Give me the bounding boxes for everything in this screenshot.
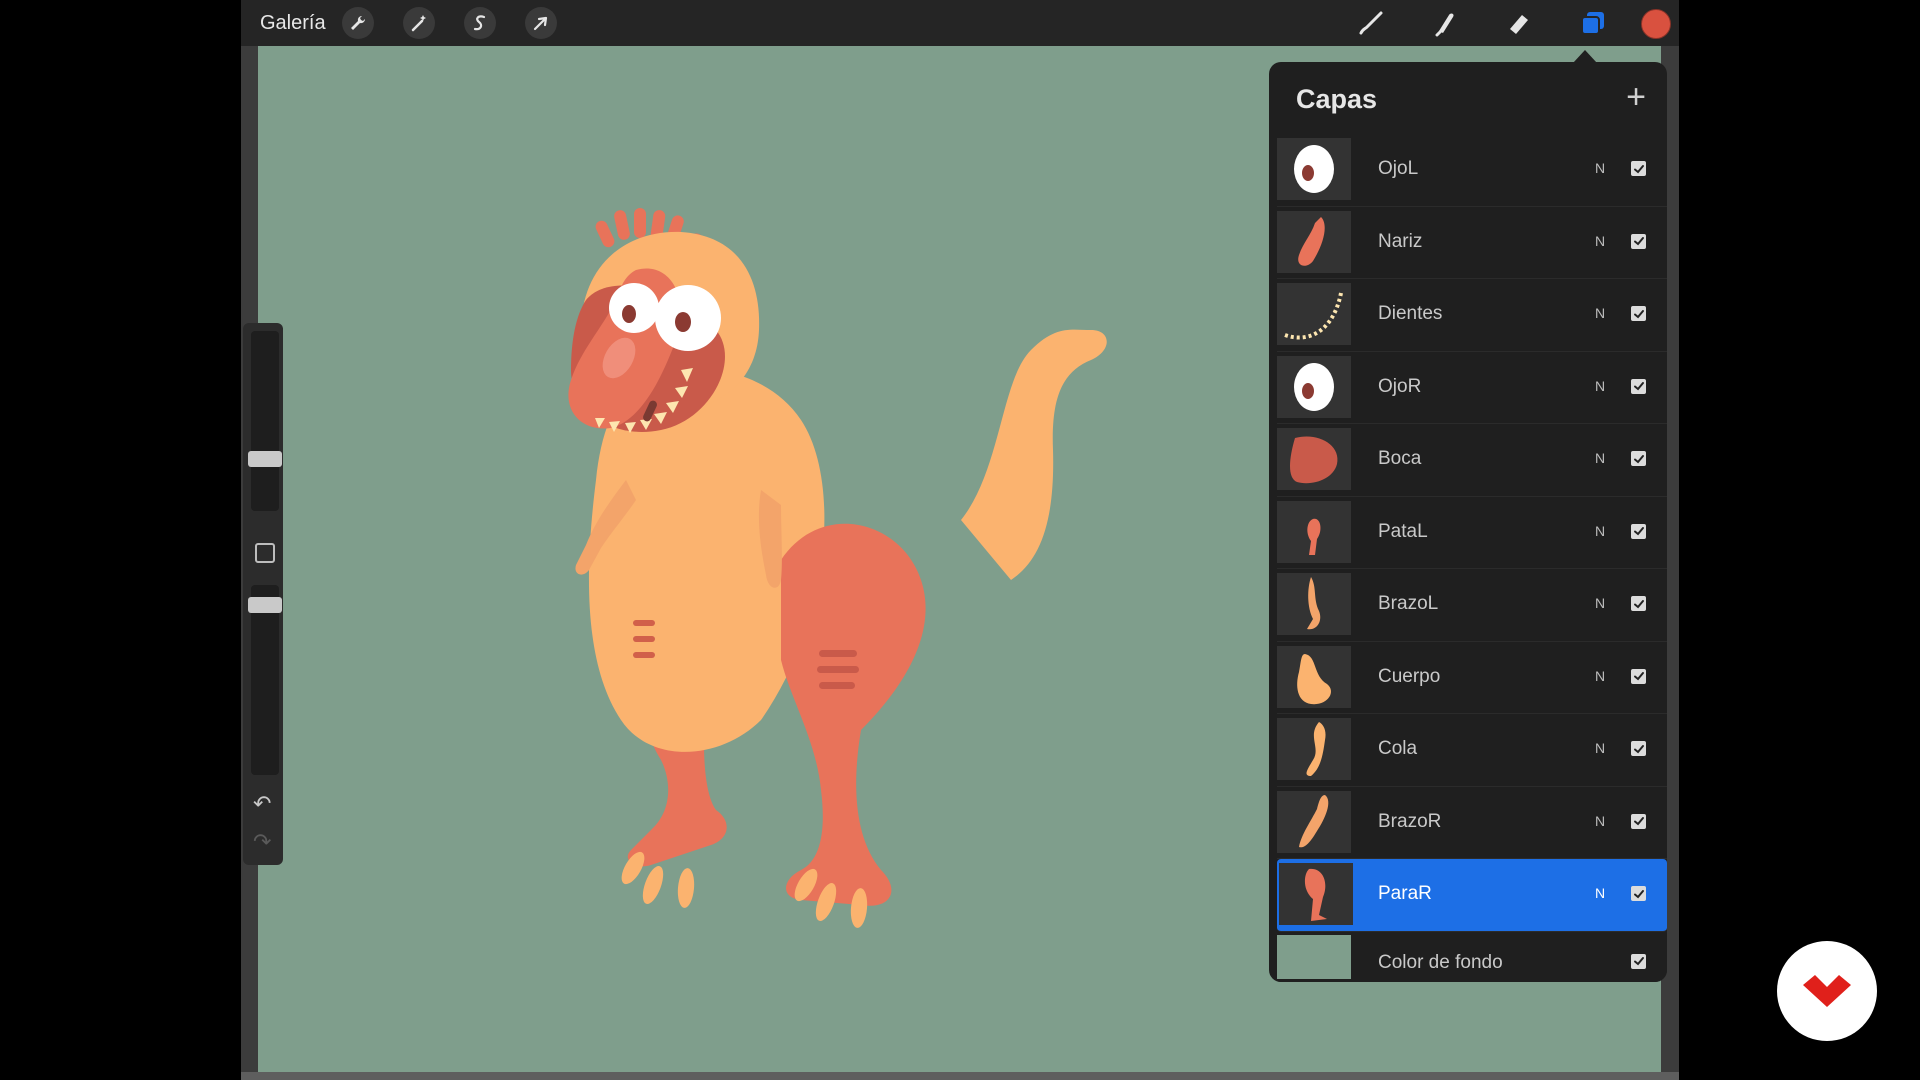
canvas-bottom-edge — [241, 1072, 1679, 1080]
blend-mode-button[interactable]: N — [1595, 668, 1605, 684]
layer-row-boca[interactable]: Boca N — [1277, 424, 1667, 497]
layer-thumbnail[interactable] — [1277, 210, 1351, 273]
left-sidebar: ↶ ↷ — [243, 323, 283, 865]
layer-row-cuerpo[interactable]: Cuerpo N — [1277, 641, 1667, 714]
blend-mode-button[interactable]: N — [1595, 378, 1605, 394]
layer-visibility-checkbox[interactable] — [1631, 378, 1646, 394]
layer-name: Cola — [1378, 738, 1418, 759]
layer-name: ParaR — [1378, 883, 1432, 904]
layer-visibility-checkbox[interactable] — [1631, 886, 1646, 901]
layer-thumbnail[interactable] — [1277, 790, 1351, 853]
layer-visibility-checkbox[interactable] — [1631, 233, 1646, 249]
gallery-button[interactable]: Galería — [260, 12, 326, 35]
layer-thumbnail[interactable] — [1277, 718, 1351, 780]
eraser-icon[interactable] — [1504, 8, 1534, 38]
layer-row-ojor[interactable]: OjoR N — [1277, 351, 1667, 424]
blend-mode-button[interactable]: N — [1595, 595, 1605, 611]
blend-mode-button[interactable]: N — [1595, 305, 1605, 321]
undo-icon[interactable]: ↶ — [253, 793, 271, 815]
brand-logo-icon — [1777, 941, 1877, 1041]
layers-icon[interactable] — [1578, 8, 1608, 38]
blend-mode-button[interactable]: N — [1595, 885, 1605, 901]
layer-visibility-checkbox[interactable] — [1631, 813, 1646, 829]
brush-size-handle[interactable] — [248, 451, 282, 467]
blend-mode-button[interactable]: N — [1595, 450, 1605, 466]
layer-visibility-checkbox[interactable] — [1631, 523, 1646, 539]
layer-name: OjoR — [1378, 375, 1422, 397]
layer-visibility-checkbox[interactable] — [1631, 741, 1646, 756]
layer-visibility-checkbox[interactable] — [1631, 161, 1646, 176]
layer-row-nariz[interactable]: Nariz N — [1277, 206, 1667, 279]
layer-thumbnail[interactable] — [1279, 863, 1353, 925]
layer-thumbnail[interactable] — [1277, 355, 1351, 418]
selection-s-icon[interactable] — [464, 7, 496, 39]
layer-name: Cuerpo — [1378, 665, 1441, 687]
blend-mode-button[interactable]: N — [1595, 523, 1605, 539]
brush-icon[interactable] — [1356, 8, 1386, 38]
layer-thumbnail[interactable] — [1277, 138, 1351, 200]
redo-icon[interactable]: ↷ — [253, 831, 271, 853]
layer-row-ojol[interactable]: OjoL N — [1277, 134, 1667, 207]
layer-name: Nariz — [1378, 230, 1423, 252]
layers-panel: Capas + OjoL N Nariz N Dientes N OjoR N Boca N Pat… — [1269, 62, 1667, 982]
layer-name: BrazoR — [1378, 810, 1442, 832]
blend-mode-button[interactable]: N — [1595, 233, 1605, 249]
layer-name: PataL — [1378, 520, 1428, 542]
layer-visibility-checkbox[interactable] — [1631, 668, 1646, 684]
layer-thumbnail[interactable] — [1277, 573, 1351, 635]
layer-visibility-checkbox[interactable] — [1631, 596, 1646, 611]
top-toolbar: Galería — [241, 0, 1679, 46]
panel-title: Capas — [1296, 84, 1378, 114]
layer-thumbnail[interactable] — [1277, 428, 1351, 490]
wrench-icon[interactable] — [342, 7, 374, 39]
brush-size-slider[interactable] — [251, 331, 279, 511]
arrow-cursor-icon[interactable] — [525, 7, 557, 39]
layer-row-brazor[interactable]: BrazoR N — [1277, 786, 1667, 859]
layer-row-background-color[interactable]: Color de fondo — [1277, 931, 1667, 982]
background-color-swatch[interactable] — [1277, 934, 1351, 979]
magic-wand-icon[interactable] — [403, 7, 435, 39]
blend-mode-button[interactable]: N — [1595, 160, 1605, 176]
layer-thumbnail[interactable] — [1277, 283, 1351, 345]
modify-button[interactable] — [255, 543, 275, 563]
smudge-icon[interactable] — [1430, 8, 1460, 38]
add-layer-button[interactable]: + — [1619, 80, 1653, 114]
layer-name: BrazoL — [1378, 593, 1439, 614]
blend-mode-button[interactable]: N — [1595, 813, 1605, 829]
layer-thumbnail[interactable] — [1277, 500, 1351, 563]
layer-name: Color de fondo — [1378, 951, 1503, 973]
layer-row-parar[interactable]: ParaR N — [1277, 859, 1667, 932]
layer-name: Boca — [1378, 448, 1422, 469]
layer-row-dientes[interactable]: Dientes N — [1277, 279, 1667, 352]
blend-mode-button[interactable]: N — [1595, 740, 1605, 756]
layer-list: OjoL N Nariz N Dientes N OjoR N Boca N PataL N Brazo… — [1277, 134, 1667, 982]
layer-visibility-checkbox[interactable] — [1631, 953, 1646, 969]
layer-visibility-checkbox[interactable] — [1631, 451, 1646, 466]
layer-thumbnail[interactable] — [1277, 645, 1351, 708]
layer-name: Dientes — [1378, 303, 1443, 324]
layer-visibility-checkbox[interactable] — [1631, 306, 1646, 321]
layer-name: OjoL — [1378, 158, 1419, 179]
layer-row-brazol[interactable]: BrazoL N — [1277, 569, 1667, 642]
opacity-handle[interactable] — [248, 597, 282, 613]
opacity-slider[interactable] — [251, 585, 279, 775]
layer-row-cola[interactable]: Cola N — [1277, 714, 1667, 787]
layer-row-patal[interactable]: PataL N — [1277, 496, 1667, 569]
color-picker-button[interactable] — [1641, 9, 1671, 39]
